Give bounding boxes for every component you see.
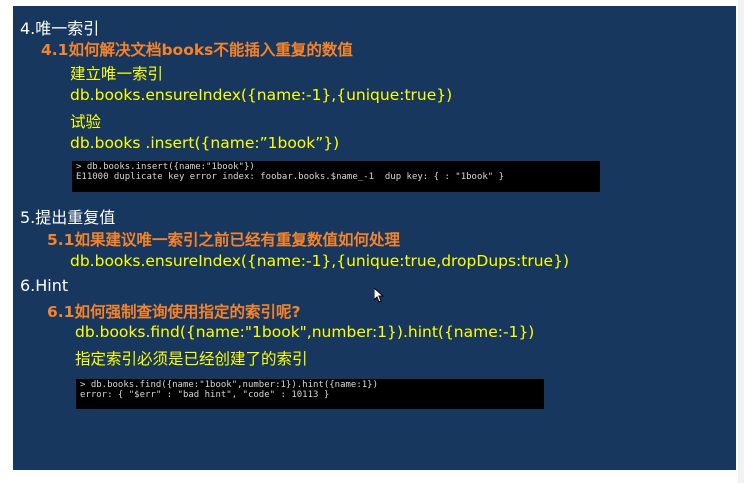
terminal-output-insert: > db.books.insert({name:"1book"}) E11000…	[72, 161, 600, 192]
slide-canvas: 4.唯一索引 4.1如何解决文档books不能插入重复的数值 建立唯一索引 db…	[13, 6, 736, 470]
subheading-4-1: 4.1如何解决文档books不能插入重复的数值	[41, 41, 353, 59]
terminal-line: E11000 duplicate key error index: foobar…	[76, 172, 505, 182]
text-test: 试验	[70, 113, 102, 131]
code-ensure-index-dropdups: db.books.ensureIndex({name:-1},{unique:t…	[70, 252, 569, 270]
subheading-5-1: 5.1如果建议唯一索引之前已经有重复数值如何处理	[47, 231, 400, 249]
heading-hint: 6.Hint	[20, 276, 69, 295]
subheading-6-1: 6.1如何强制查询使用指定的索引呢?	[47, 303, 301, 321]
heading-unique-index: 4.唯一索引	[20, 19, 100, 38]
terminal-line: > db.books.insert({name:"1book"})	[76, 162, 255, 172]
terminal-line: > db.books.find({name:"1book",number:1})…	[80, 380, 379, 390]
code-find-hint: db.books.find({name:"1book",number:1}).h…	[75, 323, 535, 341]
code-insert: db.books .insert({name:”1book”})	[70, 134, 340, 152]
text-index-must-exist: 指定索引必须是已经创建了的索引	[75, 350, 308, 368]
code-ensure-index: db.books.ensureIndex({name:-1},{unique:t…	[70, 86, 453, 104]
text-create-unique-index: 建立唯一索引	[70, 65, 164, 83]
terminal-line: error: { "$err" : "bad hint", "code" : 1…	[80, 390, 330, 400]
terminal-output-hint: > db.books.find({name:"1book",number:1})…	[76, 379, 544, 409]
heading-duplicates: 5.提出重复值	[20, 208, 116, 227]
scrollbar[interactable]	[738, 0, 744, 483]
